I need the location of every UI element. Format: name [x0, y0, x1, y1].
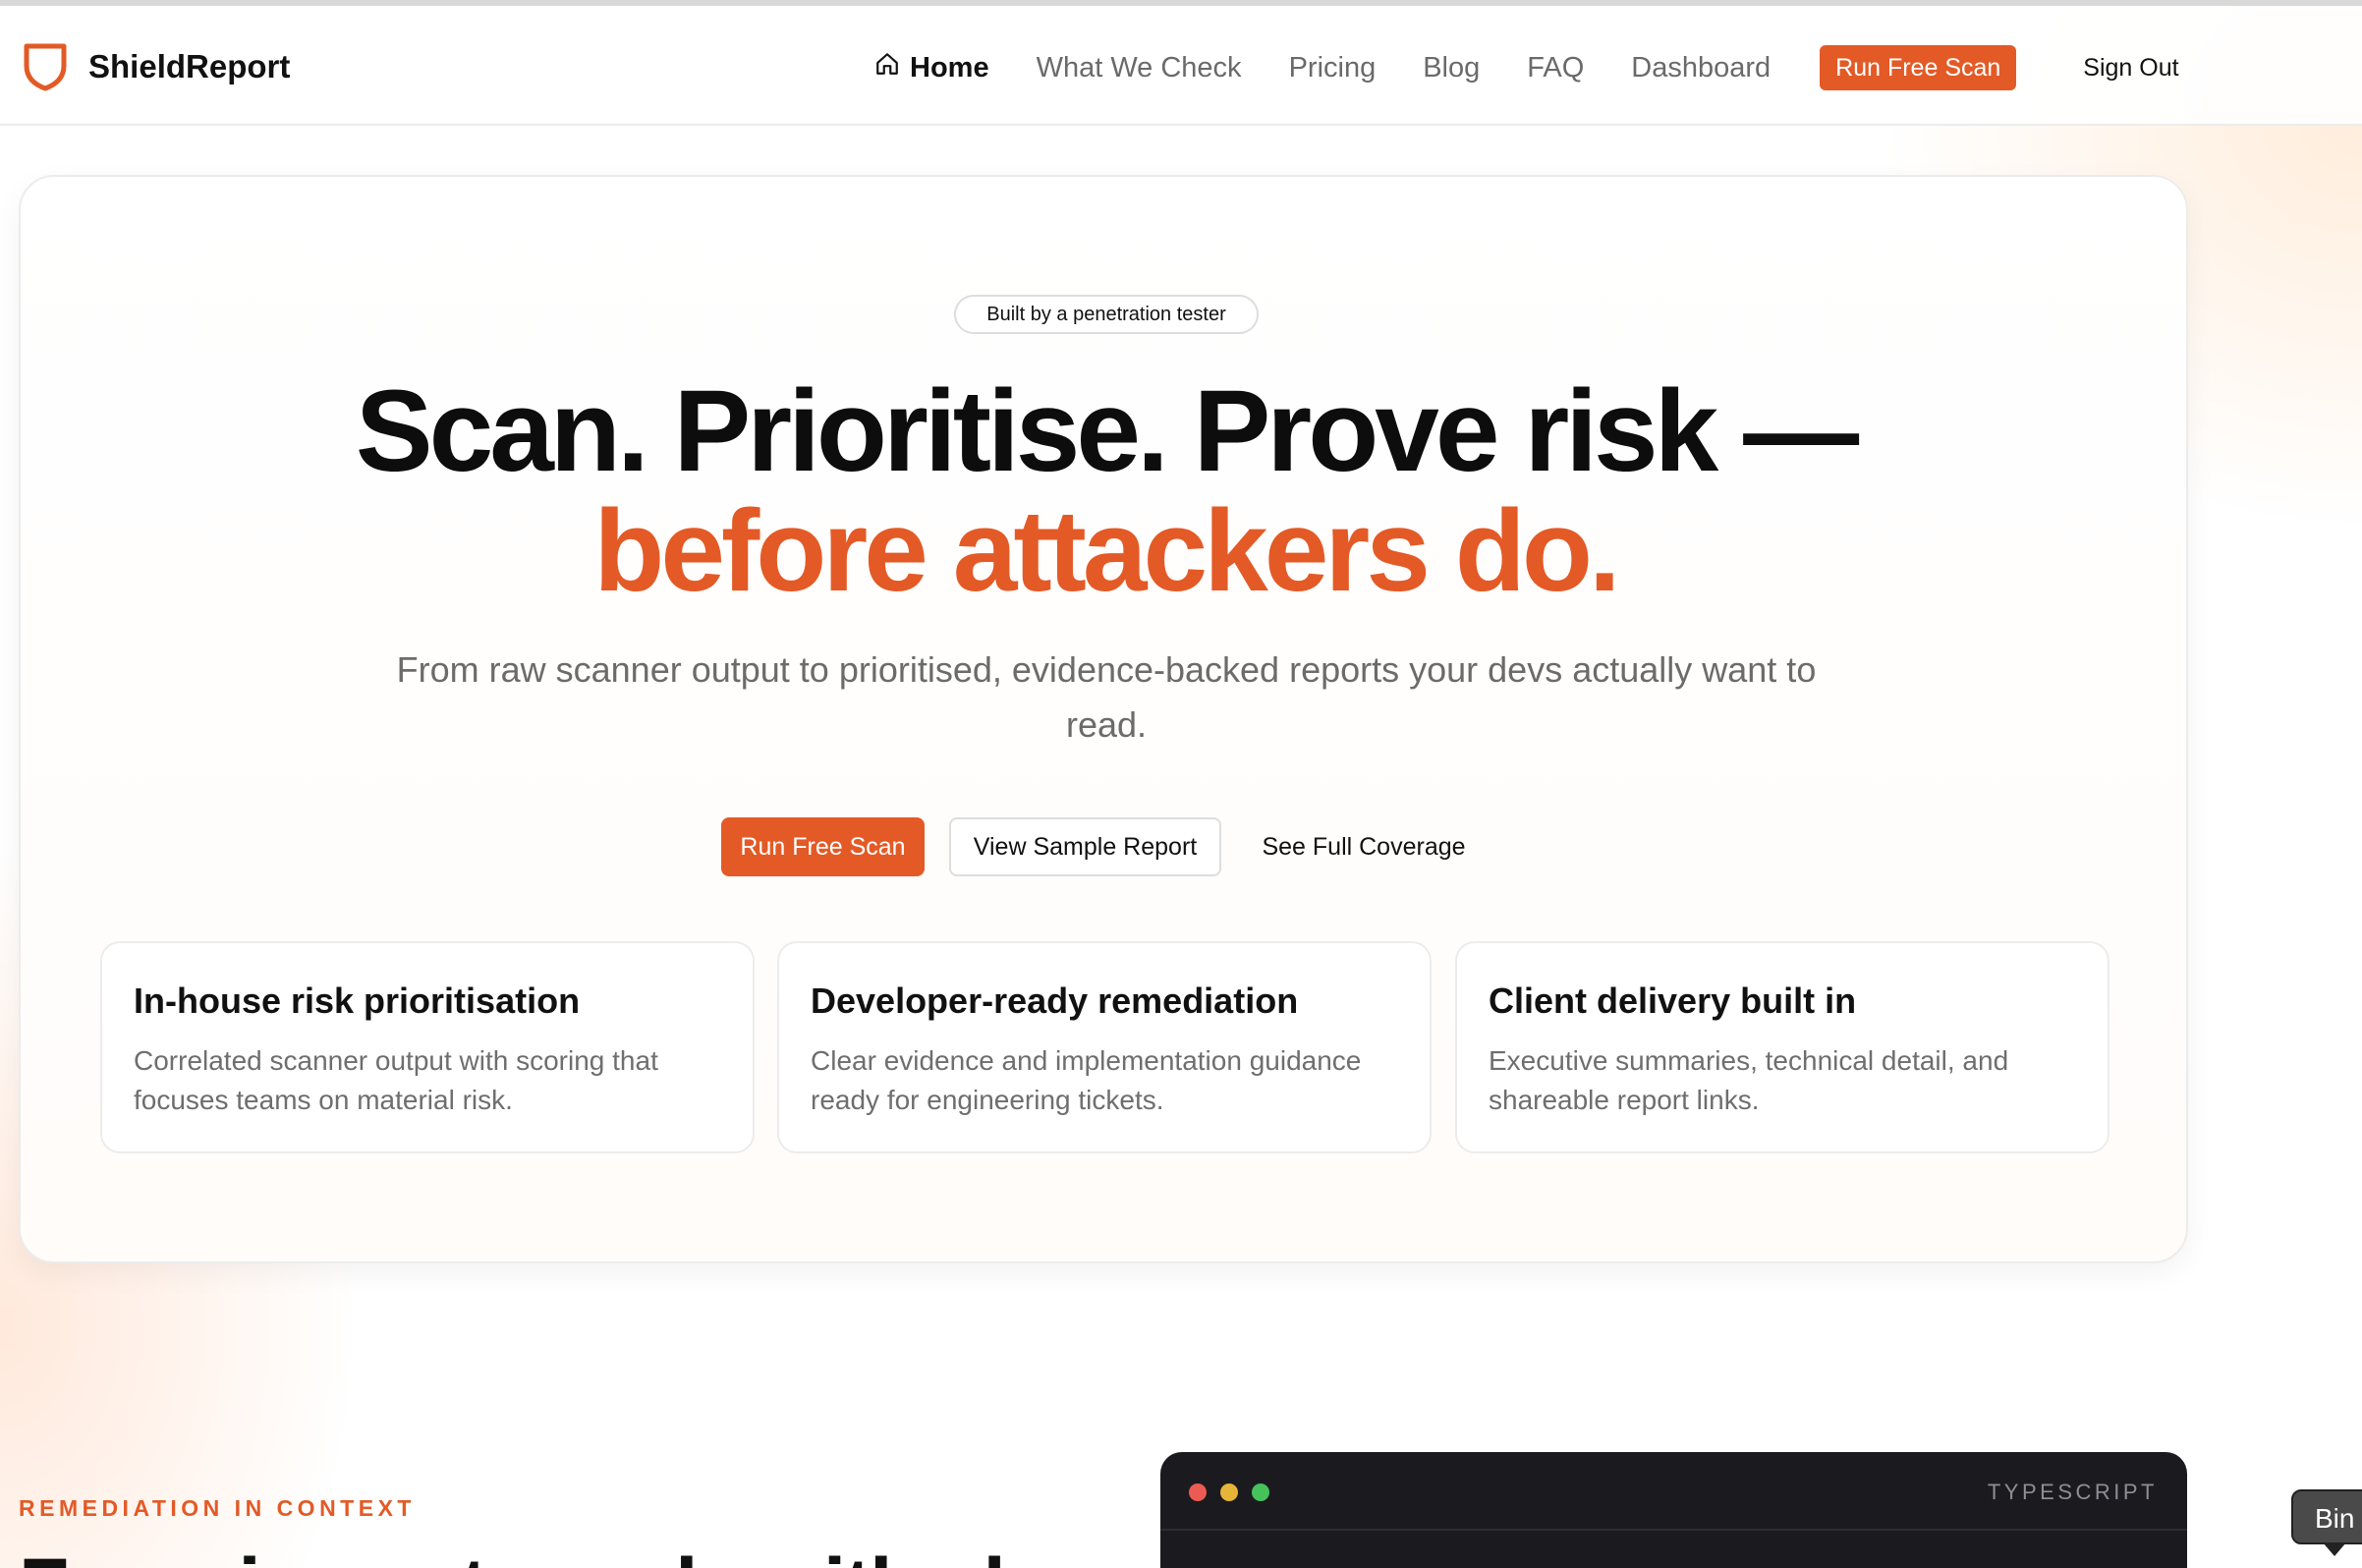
- minimize-dot-icon: [1220, 1484, 1238, 1501]
- feature-card: Developer-ready remediation Clear eviden…: [777, 941, 1432, 1153]
- code-divider: [1160, 1529, 2187, 1531]
- feature-card: In-house risk prioritisation Correlated …: [100, 941, 755, 1153]
- site-header: ShieldReport Home What We Check Pricing …: [0, 6, 2362, 126]
- hero-card: Built by a penetration tester Scan. Prio…: [19, 175, 2188, 1263]
- feature-title: Client delivery built in: [1489, 980, 1857, 1021]
- section-eyebrow: REMEDIATION IN CONTEXT: [19, 1495, 416, 1521]
- home-icon: [874, 51, 910, 84]
- nav-what-we-check[interactable]: What We Check: [1037, 52, 1242, 84]
- view-sample-report-button[interactable]: View Sample Report: [949, 817, 1221, 876]
- window-controls: [1189, 1484, 1269, 1501]
- tooltip-tail: [2323, 1542, 2346, 1556]
- see-full-coverage-link[interactable]: See Full Coverage: [1247, 817, 1481, 876]
- sign-out-button[interactable]: Sign Out: [2083, 54, 2178, 83]
- hero-headline-line2: before attackers do.: [593, 486, 1620, 616]
- hero-subhead: From raw scanner output to prioritised, …: [396, 649, 1817, 745]
- run-free-scan-button[interactable]: Run Free Scan: [721, 817, 925, 876]
- nav-home[interactable]: Home: [874, 51, 989, 84]
- maximize-dot-icon: [1252, 1484, 1269, 1501]
- nav-faq[interactable]: FAQ: [1527, 52, 1584, 84]
- nav-dashboard[interactable]: Dashboard: [1631, 52, 1771, 84]
- close-dot-icon: [1189, 1484, 1207, 1501]
- feature-text: Correlated scanner output with scoring t…: [134, 1045, 658, 1115]
- nav-home-label: Home: [910, 51, 989, 84]
- feature-text: Clear evidence and implementation guidan…: [811, 1045, 1362, 1115]
- code-language-label: TYPESCRIPT: [1987, 1480, 2158, 1504]
- shield-icon: [22, 42, 69, 91]
- hero-badge: Built by a penetration tester: [954, 295, 1259, 334]
- brand-logo-link[interactable]: ShieldReport: [22, 39, 290, 94]
- feature-title: Developer-ready remediation: [811, 980, 1299, 1021]
- feature-card: Client delivery built in Executive summa…: [1455, 941, 2109, 1153]
- nav-pricing[interactable]: Pricing: [1289, 52, 1377, 84]
- feature-text: Executive summaries, technical detail, a…: [1489, 1045, 2009, 1115]
- feature-title: In-house risk prioritisation: [134, 980, 581, 1021]
- nav-blog[interactable]: Blog: [1423, 52, 1480, 84]
- hero-headline-line1: Scan. Prioritise. Prove risk —: [355, 366, 1859, 496]
- tooltip: Bin: [2291, 1489, 2362, 1544]
- main-nav: Home What We Check Pricing Blog FAQ Dash…: [874, 41, 2179, 94]
- nav-run-free-scan-button[interactable]: Run Free Scan: [1820, 45, 2017, 90]
- brand-name: ShieldReport: [88, 48, 291, 84]
- code-window: TYPESCRIPT: [1160, 1452, 2187, 1568]
